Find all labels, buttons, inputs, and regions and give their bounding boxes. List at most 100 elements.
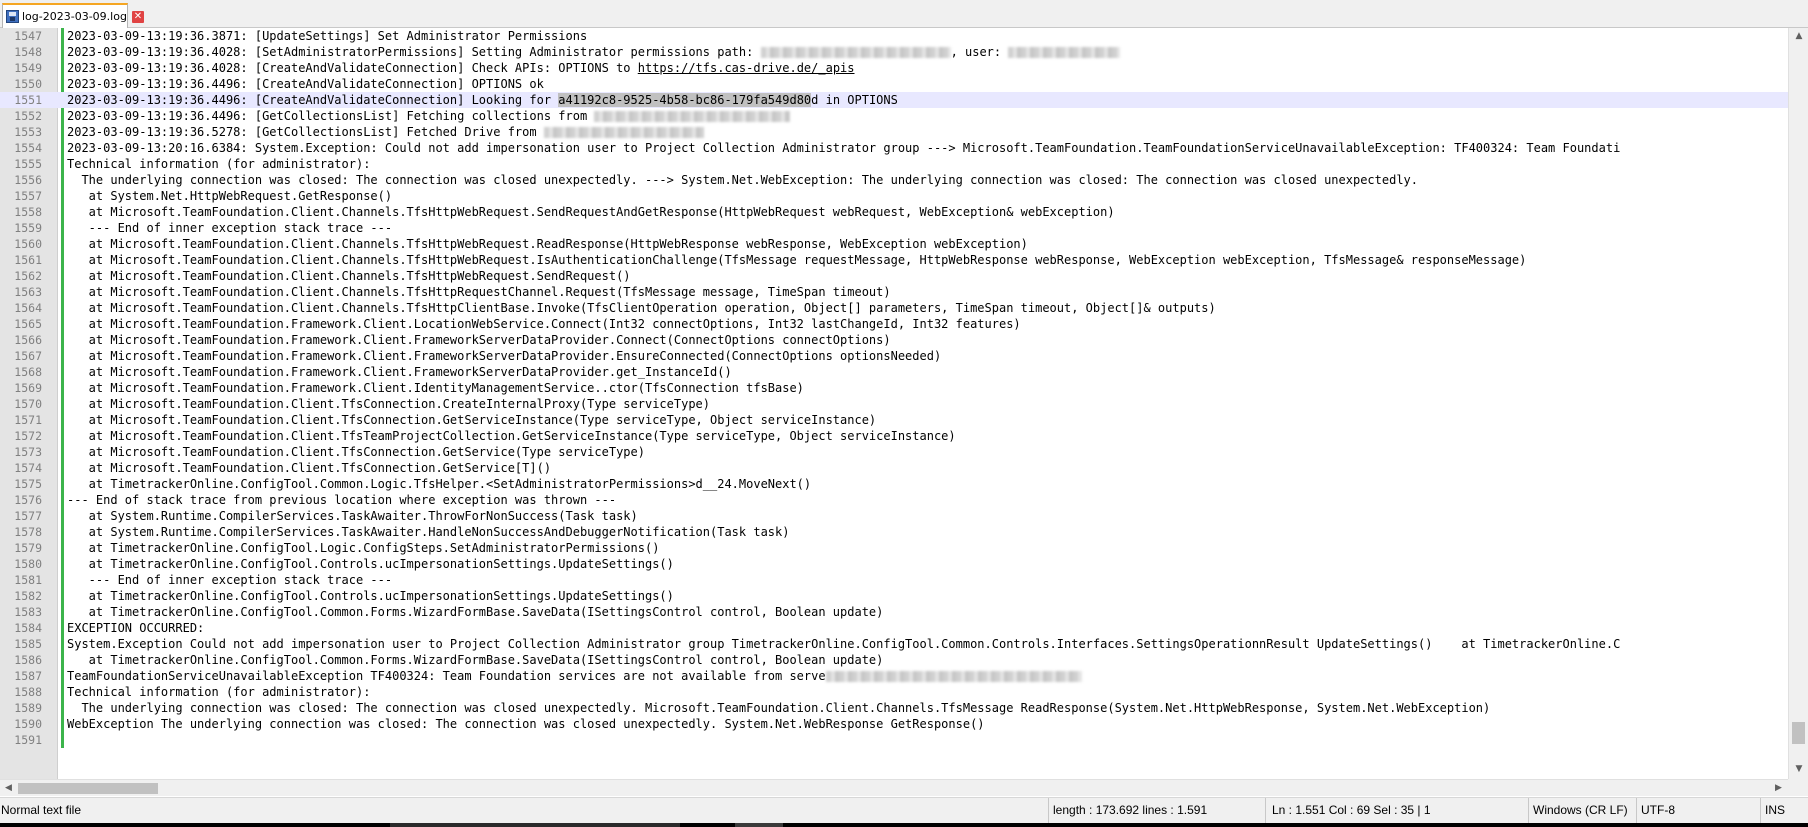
text-line[interactable]: 1560 at Microsoft.TeamFoundation.Client.… — [0, 236, 1788, 252]
text-line[interactable]: 1558 at Microsoft.TeamFoundation.Client.… — [0, 204, 1788, 220]
line-number: 1572 — [14, 429, 42, 443]
text-segment: --- End of inner exception stack trace -… — [67, 573, 393, 587]
horizontal-scroll-thumb[interactable] — [18, 783, 158, 794]
text-line[interactable]: 1567 at Microsoft.TeamFoundation.Framewo… — [0, 348, 1788, 364]
text-line[interactable]: 1554 2023-03-09-13:20:16.6384: System.Exc… — [0, 140, 1788, 156]
text-line[interactable]: 1573 at Microsoft.TeamFoundation.Client.… — [0, 444, 1788, 460]
line-text: --- End of stack trace from previous loc… — [67, 492, 616, 508]
text-segment: at System.Runtime.CompilerServices.TaskA… — [67, 525, 790, 539]
text-area[interactable]: 1547 2023-03-09-13:19:36.3871: [UpdateSet… — [0, 28, 1788, 748]
text-line[interactable]: 1574 at Microsoft.TeamFoundation.Client.… — [0, 460, 1788, 476]
text-line[interactable]: 1579 at TimetrackerOnline.ConfigTool.Log… — [0, 540, 1788, 556]
scroll-up-icon[interactable]: ▲ — [1789, 28, 1808, 45]
line-text: at Microsoft.TeamFoundation.Framework.Cl… — [67, 316, 1021, 332]
text-line[interactable]: 1552 2023-03-09-13:19:36.4496: [GetCollec… — [0, 108, 1788, 124]
scroll-down-icon[interactable]: ▼ — [1789, 761, 1808, 778]
close-icon[interactable]: ✕ — [131, 10, 144, 23]
line-text: at TimetrackerOnline.ConfigTool.Common.F… — [67, 604, 884, 620]
vertical-scroll-thumb[interactable] — [1792, 722, 1805, 744]
text-line[interactable]: 1564 at Microsoft.TeamFoundation.Client.… — [0, 300, 1788, 316]
horizontal-scrollbar[interactable]: ◀ ▶ — [0, 779, 1788, 796]
text-line[interactable]: 1584 EXCEPTION OCCURRED: — [0, 620, 1788, 636]
line-number: 1555 — [14, 157, 42, 171]
text-line[interactable]: 1589 The underlying connection was close… — [0, 700, 1788, 716]
text-line[interactable]: 1583 at TimetrackerOnline.ConfigTool.Com… — [0, 604, 1788, 620]
text-line[interactable]: 1550 2023-03-09-13:19:36.4496: [CreateAnd… — [0, 76, 1788, 92]
text-segment: at Microsoft.TeamFoundation.Client.Chann… — [67, 253, 1527, 267]
line-number: 1563 — [14, 285, 42, 299]
text-line[interactable]: 1586 at TimetrackerOnline.ConfigTool.Com… — [0, 652, 1788, 668]
text-line[interactable]: 1587 TeamFoundationServiceUnavailableExce… — [0, 668, 1788, 684]
text-line[interactable]: 1548 2023-03-09-13:19:36.4028: [SetAdmini… — [0, 44, 1788, 60]
status-eol-format[interactable]: Windows (CR LF) — [1528, 798, 1636, 823]
scroll-right-icon[interactable]: ▶ — [1770, 780, 1787, 797]
text-line[interactable]: 1566 at Microsoft.TeamFoundation.Framewo… — [0, 332, 1788, 348]
line-number: 1552 — [14, 109, 42, 123]
text-line[interactable]: 1549 2023-03-09-13:19:36.4028: [CreateAnd… — [0, 60, 1788, 76]
line-number: 1550 — [14, 77, 42, 91]
line-number: 1585 — [14, 637, 42, 651]
line-number: 1581 — [14, 573, 42, 587]
text-line[interactable]: 1585 System.Exception Could not add imper… — [0, 636, 1788, 652]
redacted-text — [1008, 47, 1121, 58]
text-segment: at TimetrackerOnline.ConfigTool.Logic.Co… — [67, 541, 660, 555]
text-line[interactable]: 1559 --- End of inner exception stack tr… — [0, 220, 1788, 236]
text-segment: The underlying connection was closed: Th… — [67, 701, 1491, 715]
text-line[interactable]: 1569 at Microsoft.TeamFoundation.Framewo… — [0, 380, 1788, 396]
text-line[interactable]: 1561 at Microsoft.TeamFoundation.Client.… — [0, 252, 1788, 268]
scroll-left-icon[interactable]: ◀ — [0, 780, 17, 797]
line-text: at TimetrackerOnline.ConfigTool.Common.F… — [67, 652, 884, 668]
text-line[interactable]: 1572 at Microsoft.TeamFoundation.Client.… — [0, 428, 1788, 444]
text-segment: --- End of stack trace from previous loc… — [67, 493, 617, 507]
vertical-scrollbar[interactable]: ▲ ▼ — [1788, 28, 1808, 779]
current-line[interactable]: 1551 2023-03-09-13:19:36.4496: [CreateAnd… — [0, 92, 1788, 108]
status-position: Ln : 1.551 Col : 69 Sel : 35 | 1 — [1265, 798, 1528, 823]
line-text: at Microsoft.TeamFoundation.Client.TfsCo… — [67, 396, 710, 412]
text-segment: at Microsoft.TeamFoundation.Framework.Cl… — [67, 365, 732, 379]
text-line[interactable]: 1562 at Microsoft.TeamFoundation.Client.… — [0, 268, 1788, 284]
text-line[interactable]: 1555 Technical information (for administr… — [0, 156, 1788, 172]
text-segment: 2023-03-09-13:19:36.4496: [GetCollection… — [67, 109, 595, 123]
text-line[interactable]: 1590 WebException The underlying connecti… — [0, 716, 1788, 732]
text-line[interactable]: 1568 at Microsoft.TeamFoundation.Framewo… — [0, 364, 1788, 380]
status-insert-mode[interactable]: INS — [1760, 798, 1808, 823]
taskbar-strip — [0, 823, 1808, 827]
text-line[interactable]: 1578 at System.Runtime.CompilerServices.… — [0, 524, 1788, 540]
line-text: at Microsoft.TeamFoundation.Client.Chann… — [67, 284, 891, 300]
status-encoding[interactable]: UTF-8 — [1636, 798, 1760, 823]
line-text: at Microsoft.TeamFoundation.Client.TfsCo… — [67, 444, 645, 460]
editor[interactable]: 1547 2023-03-09-13:19:36.3871: [UpdateSet… — [0, 28, 1788, 779]
line-text: 2023-03-09-13:19:36.4496: [CreateAndVali… — [67, 76, 544, 92]
text-segment: Technical information (for administrator… — [67, 685, 371, 699]
text-line[interactable]: 1570 at Microsoft.TeamFoundation.Client.… — [0, 396, 1788, 412]
text-line[interactable]: 1580 at TimetrackerOnline.ConfigTool.Con… — [0, 556, 1788, 572]
text-line[interactable]: 1576 --- End of stack trace from previous… — [0, 492, 1788, 508]
line-text: at Microsoft.TeamFoundation.Client.Chann… — [67, 300, 1216, 316]
tab-log-file[interactable]: log-2023-03-09.log ✕ — [2, 3, 144, 28]
line-number: 1571 — [14, 413, 42, 427]
text-line[interactable]: 1588 Technical information (for administr… — [0, 684, 1788, 700]
text-line[interactable]: 1556 The underlying connection was close… — [0, 172, 1788, 188]
text-segment: Technical information (for administrator… — [67, 157, 371, 171]
line-number: 1591 — [14, 733, 42, 747]
line-number: 1567 — [14, 349, 42, 363]
text-segment: at Microsoft.TeamFoundation.Framework.Cl… — [67, 349, 942, 363]
text-segment: at Microsoft.TeamFoundation.Client.Chann… — [67, 269, 631, 283]
text-line[interactable]: 1571 at Microsoft.TeamFoundation.Client.… — [0, 412, 1788, 428]
text-line[interactable]: 1591 — [0, 732, 1788, 748]
text-line[interactable]: 1553 2023-03-09-13:19:36.5278: [GetCollec… — [0, 124, 1788, 140]
text-segment: at Microsoft.TeamFoundation.Framework.Cl… — [67, 381, 804, 395]
text-segment: --- End of inner exception stack trace -… — [67, 221, 393, 235]
url-link[interactable]: https://tfs.cas-drive.de/_apis — [638, 61, 855, 75]
text-line[interactable]: 1565 at Microsoft.TeamFoundation.Framewo… — [0, 316, 1788, 332]
text-line[interactable]: 1575 at TimetrackerOnline.ConfigTool.Com… — [0, 476, 1788, 492]
text-line[interactable]: 1582 at TimetrackerOnline.ConfigTool.Con… — [0, 588, 1788, 604]
text-line[interactable]: 1547 2023-03-09-13:19:36.3871: [UpdateSet… — [0, 28, 1788, 44]
text-line[interactable]: 1581 --- End of inner exception stack tr… — [0, 572, 1788, 588]
line-number: 1554 — [14, 141, 42, 155]
text-line[interactable]: 1563 at Microsoft.TeamFoundation.Client.… — [0, 284, 1788, 300]
text-line[interactable]: 1557 at System.Net.HttpWebRequest.GetRes… — [0, 188, 1788, 204]
text-segment: , user: — [950, 45, 1009, 59]
line-number: 1582 — [14, 589, 42, 603]
text-line[interactable]: 1577 at System.Runtime.CompilerServices.… — [0, 508, 1788, 524]
